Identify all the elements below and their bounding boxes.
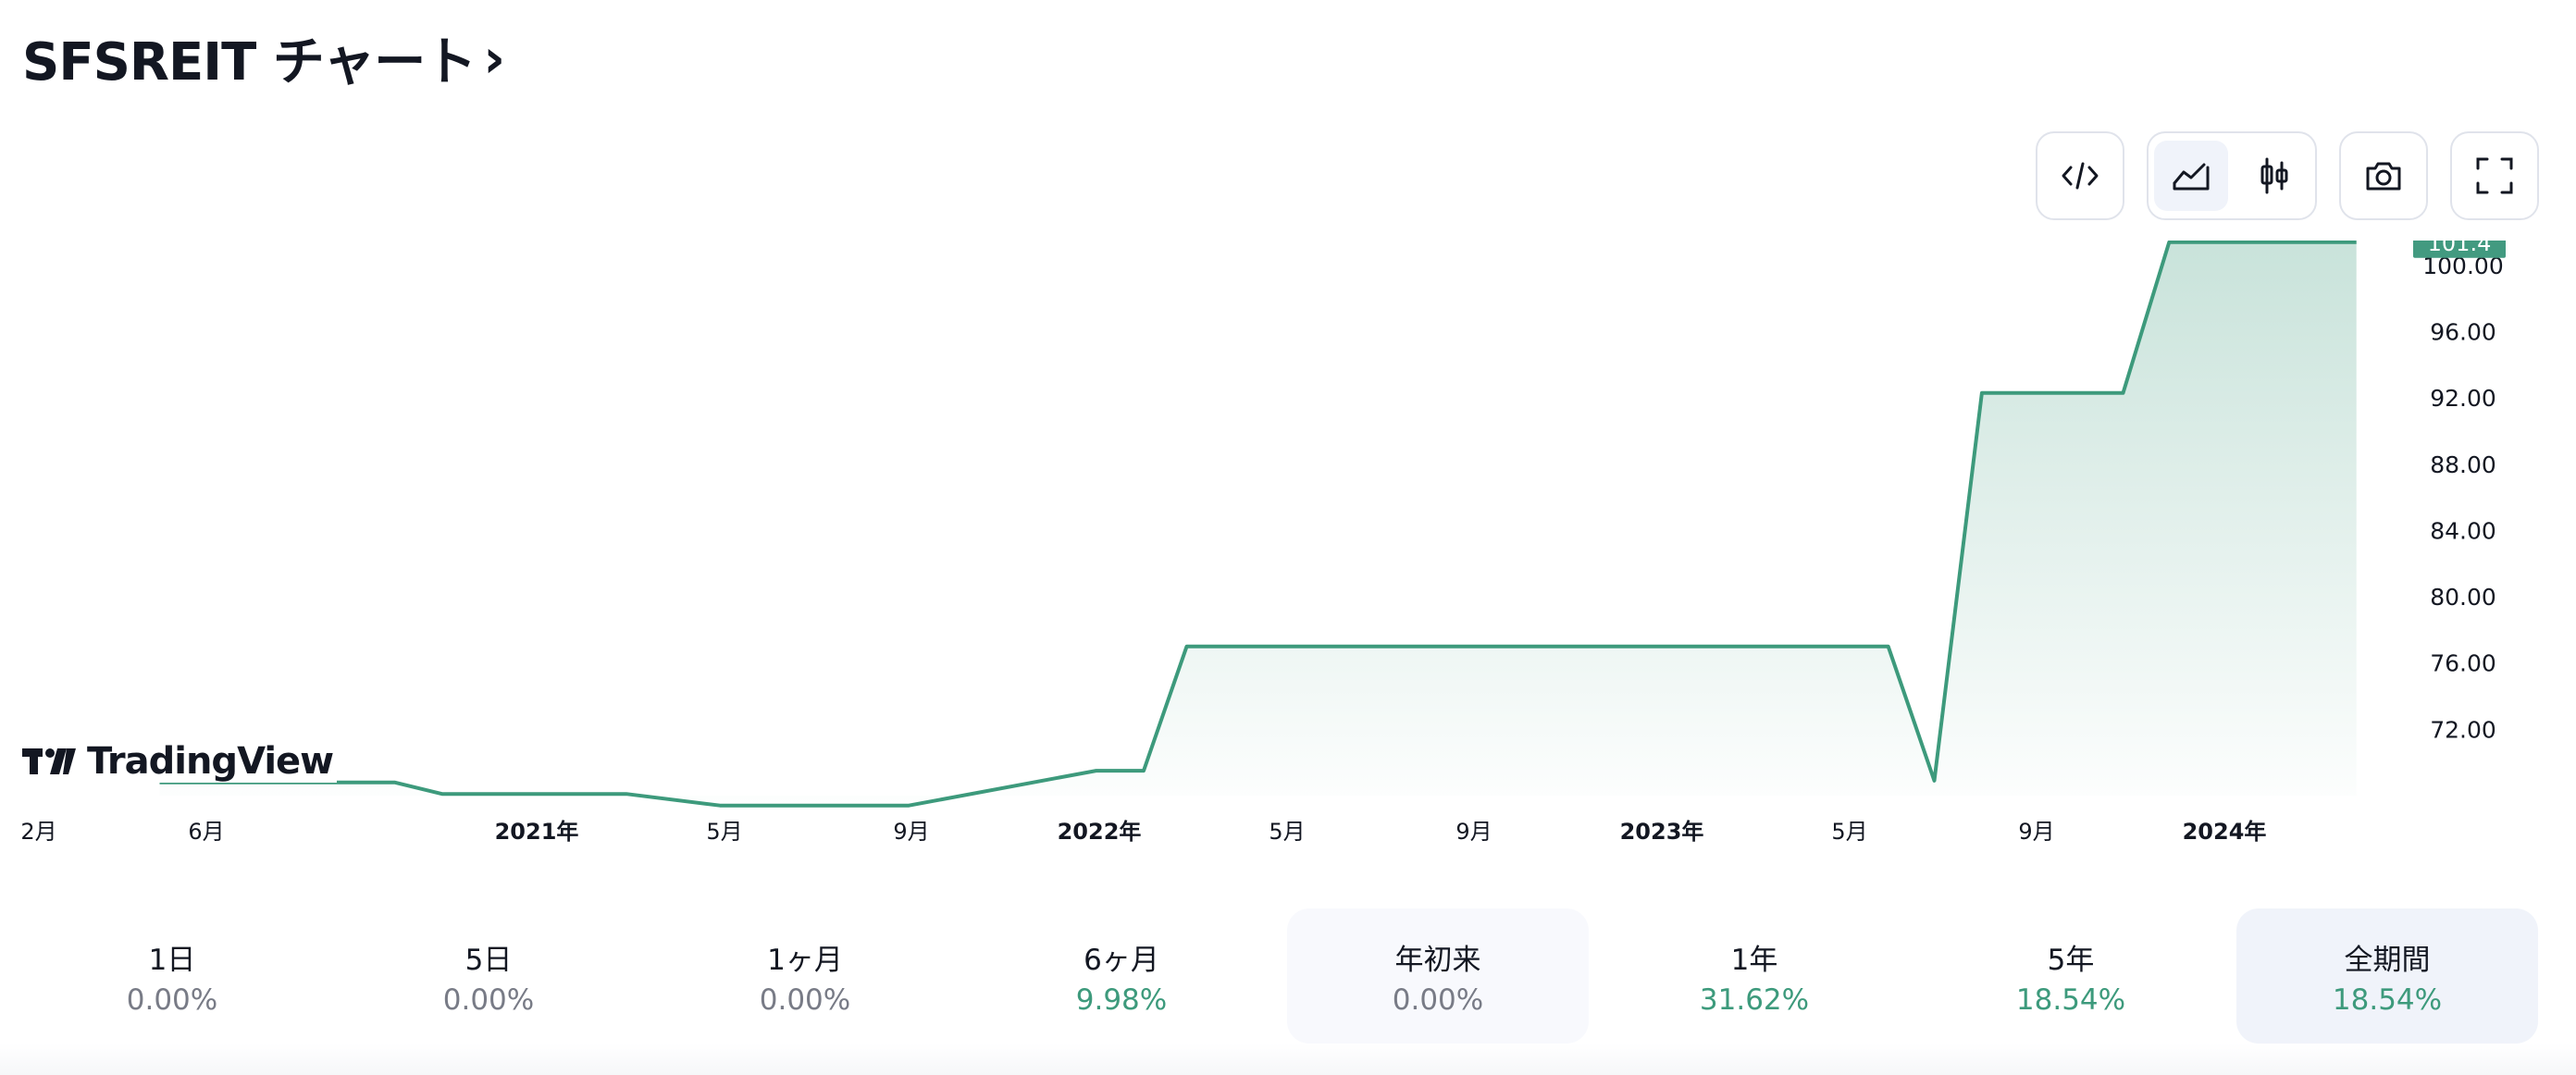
page-title-text: SFSREIT チャート bbox=[22, 32, 477, 93]
tradingview-logo[interactable]: TradingView bbox=[22, 740, 338, 783]
period-ytd[interactable]: 年初来 0.00% bbox=[1287, 908, 1589, 1044]
x-tick-label: 6月 bbox=[188, 819, 224, 845]
period-change: 0.00% bbox=[1392, 982, 1484, 1017]
x-tick-label: 2月 bbox=[20, 819, 56, 845]
x-tick-label: 5月 bbox=[1831, 819, 1867, 845]
period-label: 1日 bbox=[148, 943, 196, 977]
area-chart-type-button[interactable] bbox=[2154, 141, 2228, 211]
period-change: 31.62% bbox=[1699, 982, 1810, 1017]
period-6m[interactable]: 6ヶ月 9.98% bbox=[971, 908, 1272, 1044]
x-tick-label: 9月 bbox=[893, 819, 929, 845]
period-change: 0.00% bbox=[759, 982, 851, 1017]
price-chart[interactable]: 72.00 76.00 80.00 84.00 88.00 92.00 96.00 100.0… bbox=[0, 241, 2576, 870]
candlestick-icon bbox=[2260, 157, 2288, 194]
tradingview-mark-icon bbox=[22, 748, 76, 774]
period-label: 1年 bbox=[1730, 943, 1778, 977]
code-icon bbox=[2062, 162, 2099, 190]
series-area-fill bbox=[159, 241, 2357, 806]
x-tick-label: 2021年 bbox=[495, 819, 579, 845]
period-change: 18.54% bbox=[2015, 982, 2126, 1017]
period-1y[interactable]: 1年 31.62% bbox=[1604, 908, 1905, 1044]
x-tick-label: 2022年 bbox=[1058, 819, 1142, 845]
y-tick-label: 88.00 bbox=[2430, 451, 2496, 478]
area-chart-icon bbox=[2173, 163, 2210, 191]
y-tick-label: 80.00 bbox=[2430, 584, 2496, 611]
period-all[interactable]: 全期間 18.54% bbox=[2236, 908, 2538, 1044]
candlestick-chart-type-button[interactable] bbox=[2237, 141, 2311, 211]
embed-code-button[interactable] bbox=[2036, 131, 2124, 220]
period-label: 年初来 bbox=[1394, 943, 1481, 977]
chevron-right-icon: › bbox=[483, 26, 505, 90]
y-tick-label: 92.00 bbox=[2430, 385, 2496, 412]
period-label: 1ヶ月 bbox=[767, 943, 843, 977]
period-label: 5日 bbox=[464, 943, 513, 977]
y-tick-label: 96.00 bbox=[2430, 319, 2496, 346]
period-label: 5年 bbox=[2047, 943, 2095, 977]
period-change: 9.98% bbox=[1075, 982, 1168, 1017]
x-tick-label: 5月 bbox=[706, 819, 742, 845]
y-tick-label: 84.00 bbox=[2430, 517, 2496, 544]
period-label: 6ヶ月 bbox=[1084, 943, 1159, 977]
period-5y[interactable]: 5年 18.54% bbox=[1920, 908, 2222, 1044]
bottom-fade bbox=[0, 1044, 2576, 1075]
period-change: 18.54% bbox=[2332, 982, 2443, 1017]
page-title[interactable]: SFSREIT チャート › bbox=[22, 20, 505, 95]
chart-type-segment bbox=[2147, 131, 2317, 220]
period-label: 全期間 bbox=[2344, 943, 2431, 977]
y-tick-label: 76.00 bbox=[2430, 650, 2496, 677]
camera-icon bbox=[2366, 162, 2401, 191]
period-selector: 1日 0.00% 5日 0.00% 1ヶ月 0.00% 6ヶ月 9.98% 年初… bbox=[0, 907, 2576, 1045]
x-tick-label: 2023年 bbox=[1620, 819, 1704, 845]
x-tick-label: 9月 bbox=[1455, 819, 1492, 845]
period-5d[interactable]: 5日 0.00% bbox=[338, 908, 639, 1044]
snapshot-button[interactable] bbox=[2339, 131, 2428, 220]
fullscreen-button[interactable] bbox=[2450, 131, 2539, 220]
x-tick-label: 9月 bbox=[2018, 819, 2054, 845]
x-tick-label: 2024年 bbox=[2183, 819, 2267, 845]
chart-svg[interactable]: 72.0076.0080.0084.0088.0092.0096.00100.0… bbox=[0, 241, 2576, 870]
period-change: 0.00% bbox=[126, 982, 218, 1017]
y-tick-label: 72.00 bbox=[2430, 716, 2496, 743]
period-change: 0.00% bbox=[442, 982, 535, 1017]
tradingview-logo-text: TradingView bbox=[87, 740, 334, 783]
period-1d[interactable]: 1日 0.00% bbox=[21, 908, 323, 1044]
last-value-label: 101.4 bbox=[2428, 241, 2492, 256]
period-1m[interactable]: 1ヶ月 0.00% bbox=[654, 908, 956, 1044]
fullscreen-icon bbox=[2476, 157, 2513, 194]
x-tick-label: 5月 bbox=[1269, 819, 1305, 845]
